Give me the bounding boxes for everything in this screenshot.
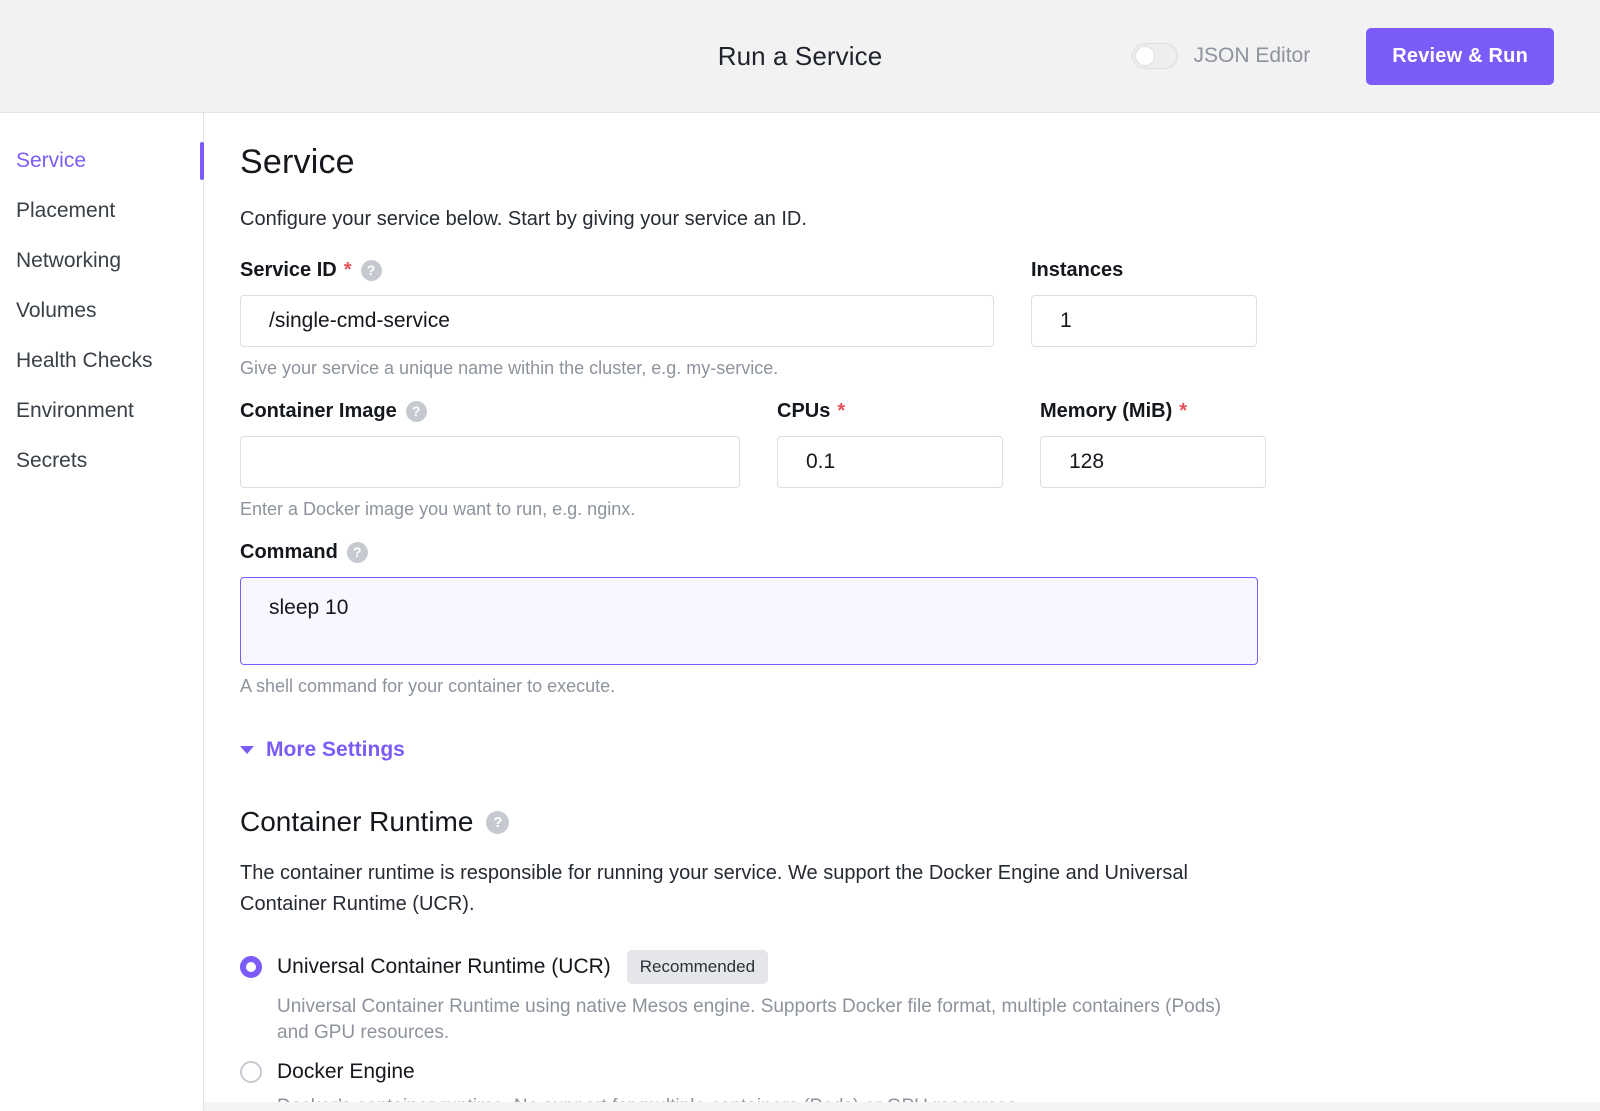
- sidebar-item-placement[interactable]: Placement: [0, 186, 203, 236]
- sidebar-nav: Service Placement Networking Volumes Hea…: [0, 113, 204, 1111]
- page-title: Service: [240, 143, 355, 181]
- json-editor-toggle[interactable]: [1131, 43, 1178, 69]
- caret-down-icon: [240, 746, 254, 754]
- service-id-row: Service ID * ? Give your service a uniqu…: [240, 257, 1600, 379]
- container-image-hint: Enter a Docker image you want to run, e.…: [240, 499, 636, 519]
- command-field: Command ? sleep 10 A shell command for y…: [240, 539, 1600, 697]
- container-runtime-title: Container Runtime ?: [240, 806, 1600, 838]
- question-mark-icon[interactable]: ?: [360, 259, 382, 281]
- service-id-label: Service ID * ?: [240, 257, 994, 283]
- sidebar-item-label: Secrets: [16, 449, 88, 472]
- sidebar-item-label: Networking: [16, 249, 122, 272]
- required-asterisk: *: [1179, 399, 1188, 422]
- container-image-row: Container Image ? Enter a Docker image y…: [240, 398, 1600, 520]
- memory-label-text: Memory (MiB): [1040, 399, 1173, 422]
- sidebar-item-service[interactable]: Service: [0, 136, 204, 186]
- radio-label-ucr: Universal Container Runtime (UCR): [277, 955, 611, 978]
- instances-label: Instances: [1031, 257, 1257, 283]
- service-id-label-text: Service ID: [240, 258, 337, 281]
- cpus-input[interactable]: [777, 436, 1003, 488]
- container-image-label: Container Image ?: [240, 398, 740, 424]
- json-editor-toggle-group[interactable]: JSON Editor: [1131, 43, 1311, 69]
- sidebar-item-environment[interactable]: Environment: [0, 386, 203, 436]
- container-runtime-title-text: Container Runtime: [240, 806, 474, 837]
- cpus-label-text: CPUs: [777, 399, 831, 422]
- page-subtitle: Configure your service below. Start by g…: [240, 208, 807, 230]
- sidebar-item-label: Environment: [16, 399, 134, 422]
- service-id-field: Service ID * ? Give your service a uniqu…: [240, 257, 994, 379]
- radio-row[interactable]: Docker Engine: [240, 1060, 1600, 1084]
- memory-input[interactable]: [1040, 436, 1266, 488]
- sidebar-item-health-checks[interactable]: Health Checks: [0, 336, 203, 386]
- memory-label: Memory (MiB) *: [1040, 398, 1266, 424]
- question-mark-icon[interactable]: ?: [486, 810, 510, 834]
- sidebar-item-networking[interactable]: Networking: [0, 236, 203, 286]
- instances-input[interactable]: [1031, 295, 1257, 347]
- cpus-field: CPUs *: [777, 398, 1003, 488]
- question-mark-icon[interactable]: ?: [346, 541, 368, 563]
- command-textarea[interactable]: sleep 10: [240, 577, 1258, 665]
- radio-description-ucr: Universal Container Runtime using native…: [277, 996, 1222, 1043]
- sidebar-item-label: Health Checks: [16, 349, 153, 372]
- recommended-badge: Recommended: [626, 950, 769, 984]
- footer-band: [204, 1102, 1600, 1111]
- service-id-input[interactable]: [240, 295, 994, 347]
- sidebar-item-label: Placement: [16, 199, 116, 222]
- instances-field: Instances: [1031, 257, 1257, 347]
- container-image-field: Container Image ? Enter a Docker image y…: [240, 398, 740, 520]
- runtime-option-ucr[interactable]: Universal Container Runtime (UCR) Recomm…: [240, 950, 1600, 1045]
- sidebar-item-secrets[interactable]: Secrets: [0, 436, 203, 486]
- instances-label-text: Instances: [1031, 258, 1124, 281]
- sidebar-item-label: Service: [16, 149, 87, 172]
- container-image-label-text: Container Image: [240, 399, 397, 422]
- cpus-label: CPUs *: [777, 398, 1003, 424]
- radio-button-docker[interactable]: [240, 1061, 262, 1084]
- app-body: Service Placement Networking Volumes Hea…: [0, 113, 1600, 1111]
- command-label-text: Command: [240, 540, 338, 563]
- container-runtime-description: The container runtime is responsible for…: [240, 862, 1188, 915]
- service-id-hint: Give your service a unique name within t…: [240, 358, 779, 378]
- toggle-knob: [1134, 46, 1155, 66]
- radio-row[interactable]: Universal Container Runtime (UCR) Recomm…: [240, 950, 1600, 984]
- more-settings-toggle[interactable]: More Settings: [240, 738, 405, 762]
- command-label: Command ?: [240, 539, 1600, 565]
- json-editor-label: JSON Editor: [1193, 44, 1311, 67]
- radio-button-ucr[interactable]: [240, 956, 262, 978]
- review-and-run-button[interactable]: Review & Run: [1366, 27, 1554, 85]
- command-hint: A shell command for your container to ex…: [240, 676, 616, 696]
- question-mark-icon[interactable]: ?: [405, 400, 427, 422]
- main-content: Service Configure your service below. St…: [204, 113, 1600, 1111]
- header-actions: JSON Editor Review & Run: [1131, 27, 1554, 85]
- radio-label-docker: Docker Engine: [277, 1060, 415, 1084]
- required-asterisk: *: [343, 258, 352, 281]
- sidebar-item-volumes[interactable]: Volumes: [0, 286, 203, 336]
- required-asterisk: *: [837, 399, 846, 422]
- container-image-input[interactable]: [240, 436, 740, 488]
- memory-field: Memory (MiB) *: [1040, 398, 1266, 488]
- app-header: Run a Service JSON Editor Review & Run: [0, 0, 1600, 113]
- more-settings-label: More Settings: [266, 738, 405, 761]
- sidebar-item-label: Volumes: [16, 299, 97, 322]
